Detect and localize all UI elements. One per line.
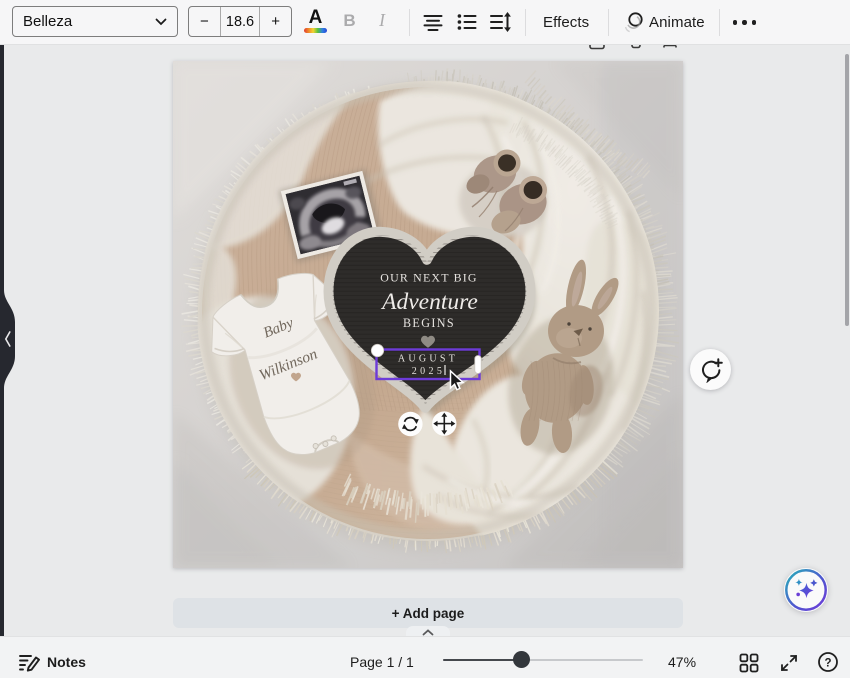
svg-text:?: ? bbox=[824, 657, 831, 669]
